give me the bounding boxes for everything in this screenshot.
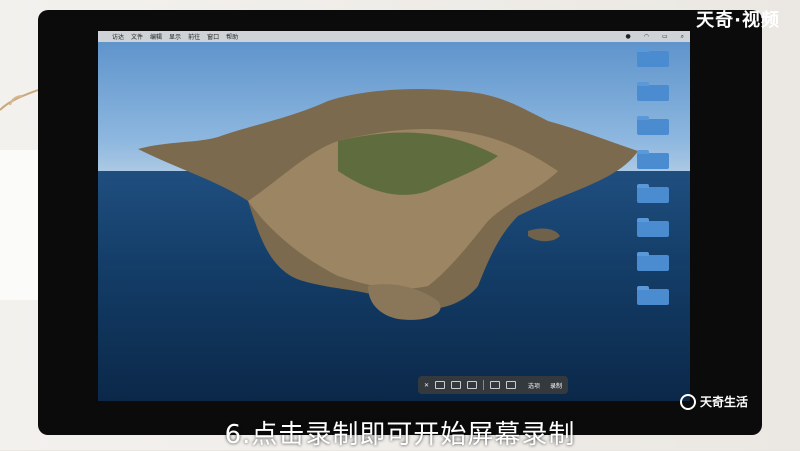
options-button[interactable]: 选项	[528, 381, 540, 390]
folder-icon[interactable]	[637, 184, 669, 203]
video-caption: 6.点击录制即可开始屏幕录制	[224, 420, 576, 450]
screenshot-toolbar: ✕ 选项 录制	[418, 376, 568, 394]
folder-icon[interactable]	[637, 150, 669, 169]
desktop-folders	[628, 48, 678, 323]
capture-screen-button[interactable]	[435, 381, 446, 389]
folder-icon[interactable]	[637, 252, 669, 271]
capture-window-button[interactable]	[451, 381, 462, 389]
watermark-top: 天奇·视频	[696, 10, 780, 31]
capture-selection-button[interactable]	[467, 381, 478, 389]
record-selection-button[interactable]	[506, 381, 517, 389]
toolbar-divider	[483, 380, 485, 390]
folder-icon[interactable]	[637, 218, 669, 237]
folder-icon[interactable]	[637, 48, 669, 67]
plant-decoration	[0, 89, 39, 111]
watermark-logo-icon	[679, 393, 696, 410]
watermark-bottom: 天奇生活	[679, 393, 748, 410]
close-icon[interactable]: ✕	[424, 382, 429, 389]
watermark-bottom-text: 天奇生活	[699, 395, 748, 409]
wallpaper-island	[138, 89, 638, 320]
folder-icon[interactable]	[637, 286, 669, 305]
folder-icon[interactable]	[637, 116, 669, 135]
record-screen-button[interactable]	[490, 381, 501, 389]
mac-desktop-screen: 访达 文件 编辑 显示 前往 窗口 帮助 ● ◠ ▭ ⌕ ✕ 选项 录制	[98, 31, 690, 401]
folder-icon[interactable]	[637, 82, 669, 101]
record-button[interactable]: 录制	[550, 381, 562, 390]
